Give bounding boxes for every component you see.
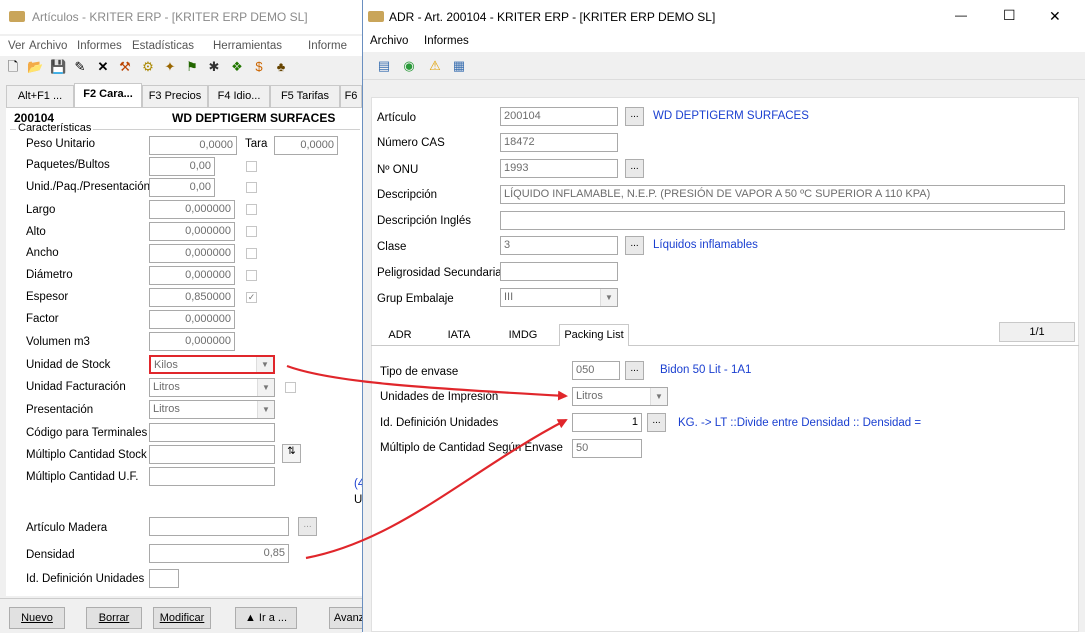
arrow-densidad-to-definicion bbox=[305, 419, 568, 560]
annotation-arrows bbox=[286, 364, 568, 560]
arrow-stock-to-impresion bbox=[286, 364, 568, 401]
